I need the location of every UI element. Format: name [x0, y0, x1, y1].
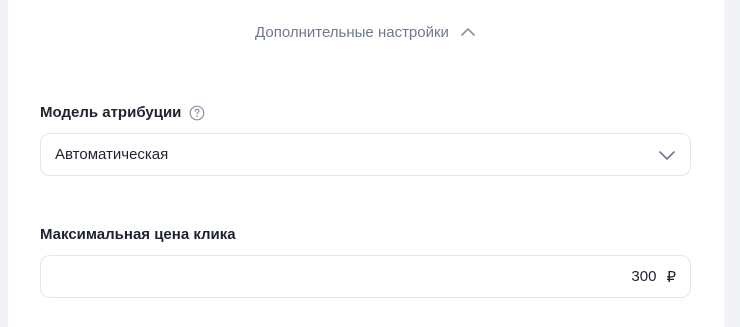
chevron-up-icon [459, 23, 477, 41]
max-click-price-label: Максимальная цена клика [40, 226, 236, 243]
advanced-settings-toggle[interactable]: Дополнительные настройки [8, 20, 724, 44]
attribution-model-label: Модель атрибуции [40, 104, 182, 121]
attribution-model-label-row: Модель атрибуции [40, 104, 205, 121]
max-click-price-label-row: Максимальная цена клика [40, 226, 236, 243]
question-circle-icon[interactable] [189, 105, 205, 121]
page-background-right [724, 0, 740, 327]
advanced-settings-label: Дополнительные настройки [255, 23, 449, 41]
max-click-price-field[interactable]: ₽ [40, 255, 691, 298]
settings-card: Дополнительные настройки Модель атрибуци… [8, 0, 724, 327]
currency-ruble-symbol: ₽ [666, 268, 676, 286]
chevron-down-icon [656, 144, 678, 166]
max-click-price-input[interactable] [456, 268, 657, 285]
attribution-model-select[interactable]: Автоматическая [40, 133, 691, 176]
page-background-left [0, 0, 8, 327]
attribution-model-value: Автоматическая [55, 146, 169, 163]
